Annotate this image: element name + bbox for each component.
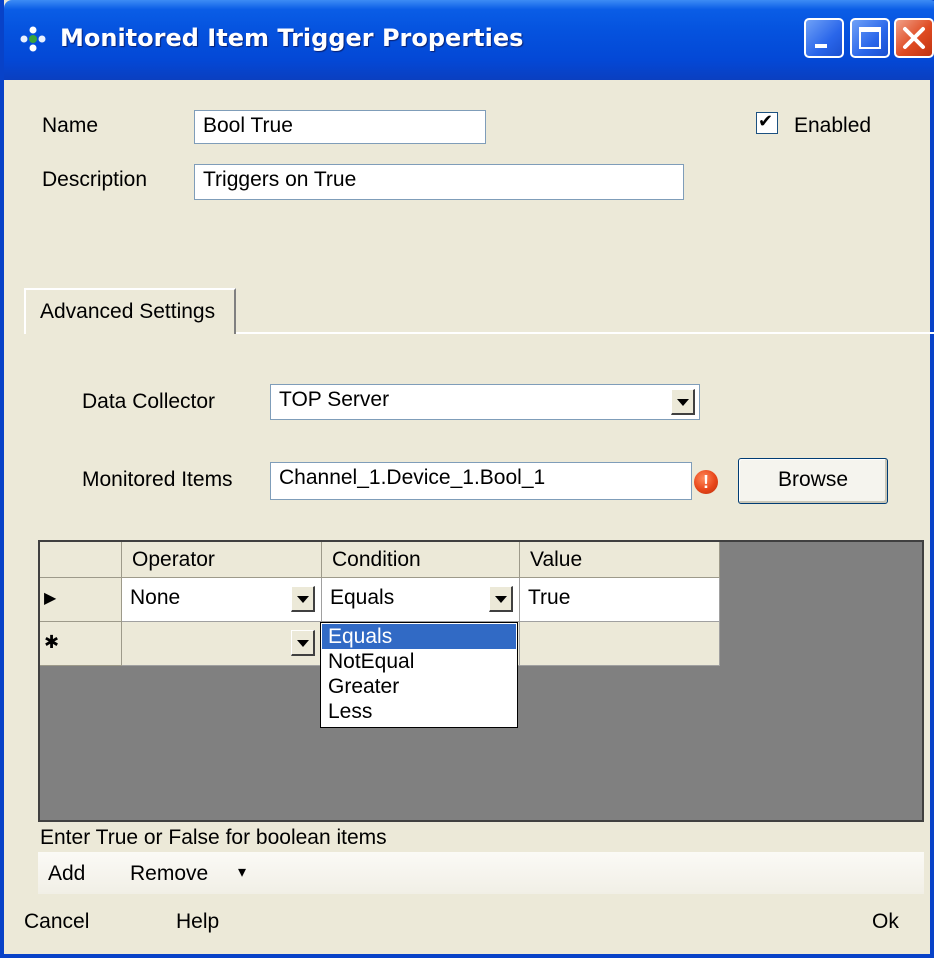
maximize-button[interactable]: [850, 18, 890, 58]
condition-value: Equals: [330, 586, 395, 609]
title-bar[interactable]: Monitored Item Trigger Properties: [4, 0, 934, 80]
table-cell-condition[interactable]: Equals: [322, 578, 520, 622]
remove-button[interactable]: Remove: [130, 862, 208, 886]
name-field[interactable]: Bool True: [194, 110, 486, 144]
trigger-properties-dialog: Monitored Item Trigger Properties Name B…: [0, 0, 934, 958]
chevron-down-icon[interactable]: [489, 586, 513, 612]
help-button[interactable]: Help: [176, 910, 219, 934]
checkmark-icon: ✔: [758, 111, 774, 132]
cancel-button[interactable]: Cancel: [24, 910, 89, 934]
table-cell-value-new[interactable]: [520, 622, 720, 666]
condition-dropdown-list[interactable]: Equals NotEqual Greater Less: [320, 622, 518, 728]
dropdown-option[interactable]: NotEqual: [322, 649, 516, 674]
new-row-asterisk-icon: ✱: [44, 632, 60, 653]
current-row-arrow-icon: ▶: [44, 588, 57, 607]
chevron-down-icon[interactable]: [671, 389, 695, 415]
close-icon: [903, 27, 925, 49]
tab-advanced-settings[interactable]: Advanced Settings: [24, 288, 236, 334]
monitored-items-field[interactable]: Channel_1.Device_1.Bool_1: [270, 462, 692, 500]
add-button[interactable]: Add: [48, 862, 85, 886]
tab-divider: [236, 332, 934, 334]
close-button[interactable]: [894, 18, 934, 58]
app-icon: [20, 26, 46, 52]
chevron-down-icon[interactable]: [291, 630, 315, 656]
grid-toolbar: Add Remove ▾: [38, 852, 924, 894]
dropdown-option[interactable]: Greater: [322, 674, 516, 699]
error-icon: !: [694, 470, 718, 494]
window-title: Monitored Item Trigger Properties: [60, 24, 524, 52]
description-label: Description: [42, 168, 148, 191]
grid-corner-header: [40, 542, 122, 578]
maximize-icon: [859, 27, 881, 49]
row-header-current[interactable]: ▶: [40, 578, 122, 622]
browse-button[interactable]: Browse: [738, 458, 888, 504]
enabled-label: Enabled: [794, 114, 872, 137]
hint-text: Enter True or False for boolean items: [40, 826, 387, 849]
column-header-operator[interactable]: Operator: [122, 542, 322, 578]
data-collector-label: Data Collector: [82, 390, 216, 413]
remove-dropdown-icon[interactable]: ▾: [238, 862, 246, 881]
monitored-items-label: Monitored Items: [82, 468, 233, 491]
table-cell-operator-new[interactable]: [122, 622, 322, 666]
column-header-condition[interactable]: Condition: [322, 542, 520, 578]
operator-value: None: [130, 586, 181, 609]
value-value: True: [528, 586, 571, 609]
row-header-new[interactable]: ✱: [40, 622, 122, 666]
dropdown-option[interactable]: Less: [322, 699, 516, 724]
column-header-value[interactable]: Value: [520, 542, 720, 578]
table-cell-value[interactable]: True: [520, 578, 720, 622]
data-collector-value: TOP Server: [279, 388, 390, 411]
minimize-icon: [815, 44, 827, 48]
data-collector-select[interactable]: TOP Server: [270, 384, 700, 420]
enabled-checkbox[interactable]: ✔: [756, 111, 778, 134]
tab-label: Advanced Settings: [40, 300, 216, 323]
footer-bar: Cancel Help Ok: [4, 898, 930, 954]
description-field[interactable]: Triggers on True: [194, 164, 684, 200]
table-cell-operator[interactable]: None: [122, 578, 322, 622]
chevron-down-icon[interactable]: [291, 586, 315, 612]
name-label: Name: [42, 114, 99, 137]
ok-button[interactable]: Ok: [872, 910, 899, 934]
minimize-button[interactable]: [804, 18, 844, 58]
dropdown-option[interactable]: Equals: [322, 624, 516, 649]
